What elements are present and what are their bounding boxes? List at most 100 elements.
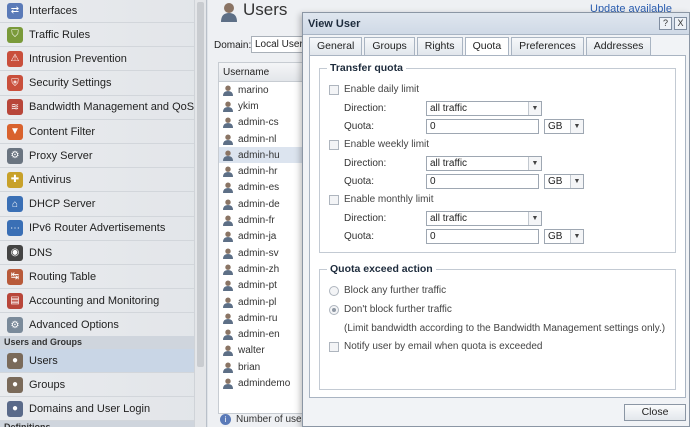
weekly-unit-select[interactable]: GB ▼ — [544, 174, 584, 189]
list-item[interactable]: admindemo — [219, 375, 307, 391]
security-settings-icon: ⛨ — [7, 75, 23, 92]
daily-unit-select[interactable]: GB ▼ — [544, 119, 584, 134]
list-item[interactable]: admin-de — [219, 196, 307, 212]
sidebar-item-accounting[interactable]: ▤ Accounting and Monitoring — [0, 289, 195, 314]
username: admin-sv — [238, 247, 279, 259]
list-item[interactable]: walter — [219, 343, 307, 359]
chevron-down-icon: ▼ — [570, 175, 583, 188]
username-column-header[interactable]: Username — [219, 63, 307, 82]
sidebar-item-domains[interactable]: ● Domains and User Login — [0, 397, 195, 422]
tab-general[interactable]: General — [309, 37, 363, 55]
list-item[interactable]: admin-pl — [219, 294, 307, 310]
list-item[interactable]: admin-nl — [219, 131, 307, 147]
quota-exceed-legend: Quota exceed action — [327, 263, 436, 275]
tab-groups[interactable]: Groups — [364, 37, 415, 55]
dont-block-traffic-label: Don't block further traffic — [344, 304, 452, 315]
list-item[interactable]: admin-ru — [219, 310, 307, 326]
domains-icon: ● — [7, 400, 23, 417]
sidebar-item-intrusion-prevention[interactable]: ⚠ Intrusion Prevention — [0, 47, 195, 72]
user-icon — [223, 378, 233, 389]
user-icon — [223, 313, 233, 324]
username: admin-zh — [238, 263, 280, 275]
sidebar-item-users[interactable]: ● Users — [0, 349, 195, 373]
user-icon — [223, 248, 233, 259]
list-item[interactable]: admin-ja — [219, 229, 307, 245]
sidebar-item-label: Advanced Options — [29, 319, 119, 332]
block-traffic-radio[interactable] — [329, 286, 339, 296]
username: admin-hu — [238, 149, 280, 161]
weekly-limit-checkbox[interactable] — [329, 140, 339, 150]
view-user-dialog: View User ? X General Groups Rights Quot… — [302, 12, 690, 427]
username: admin-ja — [238, 231, 277, 243]
sidebar-item-bandwidth[interactable]: ≋ Bandwidth Management and QoS — [0, 96, 195, 120]
interfaces-icon: ⇄ — [7, 2, 23, 19]
domain-label: Domain: — [214, 40, 252, 51]
weekly-quota-input[interactable]: 0 — [426, 174, 539, 189]
username: admin-pt — [238, 280, 277, 292]
tab-addresses[interactable]: Addresses — [585, 37, 652, 55]
weekly-direction-value: all traffic — [430, 158, 468, 169]
sidebar-item-dhcp-server[interactable]: ⌂ DHCP Server — [0, 193, 195, 217]
username: admin-hr — [238, 166, 278, 178]
sidebar-scrollbar[interactable] — [194, 0, 206, 427]
user-icon — [223, 362, 233, 373]
sidebar-item-dns[interactable]: ◉ DNS — [0, 241, 195, 265]
dialog-tabs: General Groups Rights Quota Preferences … — [309, 37, 653, 56]
list-item[interactable]: admin-fr — [219, 212, 307, 228]
list-item[interactable]: admin-pt — [219, 278, 307, 294]
monthly-unit-select[interactable]: GB ▼ — [544, 229, 584, 244]
chevron-down-icon: ▼ — [570, 230, 583, 243]
sidebar-item-traffic-rules[interactable]: ⛉ Traffic Rules — [0, 23, 195, 48]
daily-direction-value: all traffic — [430, 103, 468, 114]
sidebar-item-interfaces[interactable]: ⇄ Interfaces — [0, 0, 195, 23]
daily-limit-checkbox[interactable] — [329, 85, 339, 95]
sidebar-item-proxy-server[interactable]: ⚙ Proxy Server — [0, 144, 195, 169]
list-item[interactable]: marino — [219, 82, 307, 98]
close-icon[interactable]: X — [674, 17, 687, 30]
sidebar-item-label: Users — [29, 354, 58, 367]
sidebar-item-advanced-options[interactable]: ⚙ Advanced Options — [0, 314, 195, 338]
routing-table-icon: ↹ — [7, 268, 23, 285]
sidebar-item-groups[interactable]: ● Groups — [0, 373, 195, 398]
sidebar-item-security-settings[interactable]: ⛨ Security Settings — [0, 72, 195, 96]
sidebar-item-label: Routing Table — [29, 270, 97, 283]
sidebar-item-content-filter[interactable]: ▼ Content Filter — [0, 120, 195, 144]
tab-rights[interactable]: Rights — [416, 37, 463, 55]
user-icon — [223, 166, 233, 178]
weekly-limit-label: Enable weekly limit — [344, 139, 430, 150]
user-icon — [223, 280, 233, 292]
sidebar-item-ipv6[interactable]: ⋯ IPv6 Router Advertisements — [0, 217, 195, 241]
sidebar-item-routing-table[interactable]: ↹ Routing Table — [0, 265, 195, 290]
list-item[interactable]: admin-es — [219, 180, 307, 196]
list-item[interactable]: brian — [219, 359, 307, 375]
help-icon[interactable]: ? — [659, 17, 672, 30]
weekly-direction-select[interactable]: all traffic ▼ — [426, 156, 542, 171]
dont-block-traffic-radio[interactable] — [329, 305, 339, 315]
list-item[interactable]: admin-en — [219, 326, 307, 342]
monthly-unit-value: GB — [548, 231, 563, 242]
tab-quota[interactable]: Quota — [464, 37, 510, 56]
list-item[interactable]: ykim — [219, 98, 307, 114]
list-item[interactable]: admin-zh — [219, 261, 307, 277]
dialog-titlebar[interactable]: View User ? X — [303, 13, 689, 35]
sidebar-item-antivirus[interactable]: ✚ Antivirus — [0, 168, 195, 193]
list-item[interactable]: admin-cs — [219, 115, 307, 131]
close-button[interactable]: Close — [624, 404, 686, 421]
tab-preferences[interactable]: Preferences — [511, 37, 584, 55]
sidebar-item-label: Interfaces — [29, 4, 78, 17]
monthly-limit-checkbox[interactable] — [329, 195, 339, 205]
notify-email-checkbox[interactable] — [329, 342, 339, 352]
sidebar-item-label: Proxy Server — [29, 149, 93, 162]
daily-direction-select[interactable]: all traffic ▼ — [426, 101, 542, 116]
sidebar-scrollbar-thumb[interactable] — [197, 2, 204, 367]
list-item[interactable]: admin-hr — [219, 163, 307, 179]
monthly-direction-select[interactable]: all traffic ▼ — [426, 211, 542, 226]
username: admin-fr — [238, 215, 275, 227]
chevron-down-icon: ▼ — [528, 102, 541, 115]
list-item[interactable]: admin-sv — [219, 245, 307, 261]
daily-quota-input[interactable]: 0 — [426, 119, 539, 134]
monthly-quota-input[interactable]: 0 — [426, 229, 539, 244]
list-item[interactable]: admin-hu — [219, 147, 307, 164]
monthly-direction-label: Direction: — [344, 213, 387, 224]
sidebar-item-label: IPv6 Router Advertisements — [29, 222, 166, 235]
